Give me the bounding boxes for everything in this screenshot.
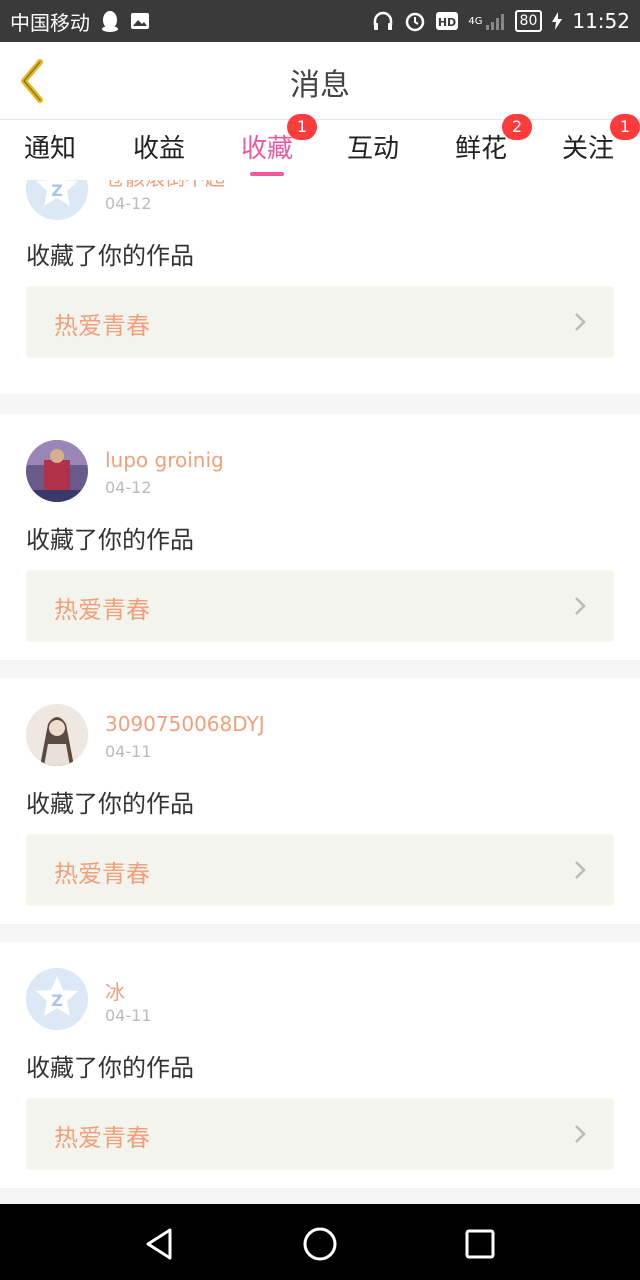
header: 消息 <box>0 42 640 120</box>
work-link[interactable]: 热爱青春 <box>26 1098 614 1170</box>
message-date: 04-11 <box>105 742 152 761</box>
qq-icon <box>100 10 120 32</box>
username[interactable]: lupo groinig <box>105 448 224 472</box>
list-item: 3090750068DYJ 04-11 收藏了你的作品 热爱青春 <box>0 678 640 924</box>
image-icon <box>130 12 150 30</box>
work-link[interactable]: 热爱青春 <box>26 834 614 906</box>
tab-interactions[interactable]: 互动 <box>323 128 423 165</box>
back-triangle-icon[interactable] <box>140 1224 180 1264</box>
svg-text:Z: Z <box>51 991 63 1010</box>
recents-square-icon[interactable] <box>460 1224 500 1264</box>
signal-icon: 4G <box>468 12 504 30</box>
svg-text:HD: HD <box>438 16 456 29</box>
avatar[interactable] <box>26 440 88 502</box>
work-link[interactable]: 热爱青春 <box>26 286 614 358</box>
carrier-label: 中国移动 <box>10 10 90 35</box>
page-title: 消息 <box>290 68 350 103</box>
charging-icon <box>552 12 563 30</box>
tab-bar: 通知 收益 收藏 1 互动 鲜花 2 关注 1 <box>0 114 640 180</box>
message-list: Z 苍骸滚倒不起 04-12 收藏了你的作品 热爱青春 lupo groinig… <box>0 180 640 1204</box>
message-date: 04-12 <box>105 478 152 497</box>
message-action: 收藏了你的作品 <box>26 242 194 270</box>
hd-icon: HD <box>436 12 459 30</box>
alarm-icon <box>404 10 426 32</box>
message-action: 收藏了你的作品 <box>26 526 194 554</box>
chevron-right-icon <box>575 597 586 615</box>
work-title: 热爱青春 <box>54 860 150 888</box>
work-title: 热爱青春 <box>54 596 150 624</box>
username[interactable]: 3090750068DYJ <box>105 712 265 736</box>
work-link[interactable]: 热爱青春 <box>26 570 614 642</box>
work-title: 热爱青春 <box>54 1124 150 1152</box>
svg-text:Z: Z <box>51 181 63 200</box>
message-action: 收藏了你的作品 <box>26 1054 194 1082</box>
tab-notifications[interactable]: 通知 <box>0 128 100 165</box>
list-item: Z 苍骸滚倒不起 04-12 收藏了你的作品 热爱青春 <box>0 180 640 394</box>
home-circle-icon[interactable] <box>300 1224 340 1264</box>
active-tab-indicator <box>250 172 284 176</box>
favorites-badge: 1 <box>287 114 317 140</box>
message-date: 04-11 <box>105 1006 152 1025</box>
clock: 11:52 <box>572 9 630 33</box>
battery-indicator: 80 <box>514 10 543 32</box>
chevron-right-icon <box>575 861 586 879</box>
username[interactable]: 苍骸滚倒不起 <box>105 180 225 191</box>
username[interactable]: 冰 <box>105 976 125 1005</box>
list-item: lupo groinig 04-12 收藏了你的作品 热爱青春 <box>0 414 640 660</box>
default-avatar-icon[interactable]: Z <box>26 180 88 220</box>
flowers-badge: 2 <box>502 114 532 140</box>
system-nav-bar <box>0 1204 640 1280</box>
tab-earnings[interactable]: 收益 <box>109 128 209 165</box>
headphones-icon <box>372 11 394 31</box>
avatar[interactable] <box>26 704 88 766</box>
default-avatar-icon[interactable]: Z <box>26 968 88 1030</box>
message-action: 收藏了你的作品 <box>26 790 194 818</box>
work-title: 热爱青春 <box>54 312 150 340</box>
chevron-right-icon <box>575 313 586 331</box>
chevron-right-icon <box>575 1125 586 1143</box>
list-item: Z 冰 04-11 收藏了你的作品 热爱青春 <box>0 942 640 1188</box>
follows-badge: 1 <box>610 114 640 140</box>
status-bar: 中国移动 HD 4G 80 11:52 <box>0 0 640 42</box>
message-date: 04-12 <box>105 194 152 213</box>
